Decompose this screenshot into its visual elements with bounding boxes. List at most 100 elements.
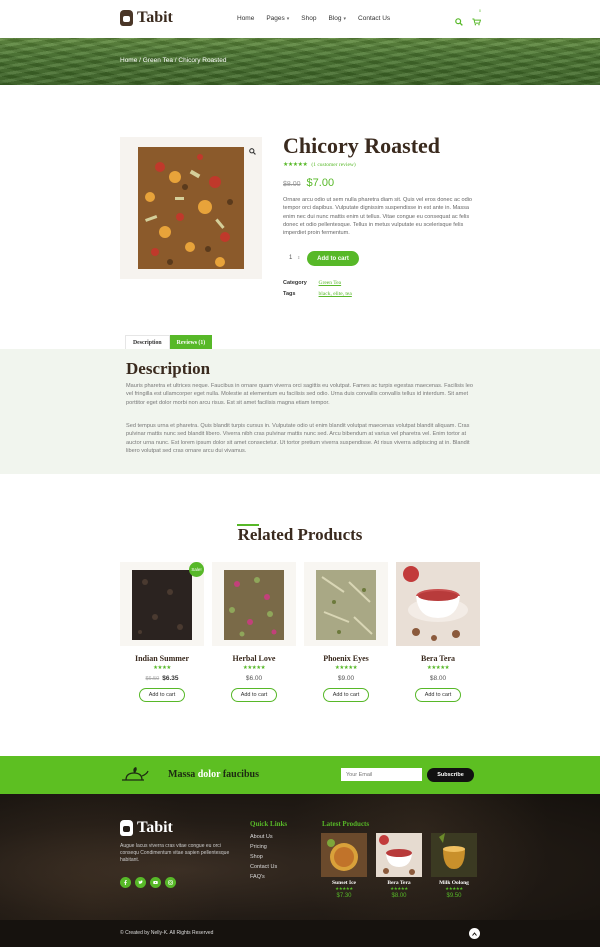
rating-stars: ★★★★★ [445,886,463,891]
latest-product-item: Sunset Ice ★★★★★ $7.30 [321,833,367,899]
bear-logo-icon [120,10,133,26]
nav-shop[interactable]: Shop [301,15,316,22]
latest-product-item: Milk Oolong ★★★★★ $9.50 [431,833,477,899]
teapot-icon [120,766,150,789]
product-title: Chicory Roasted [283,133,441,158]
product-name[interactable]: Indian Summer [120,654,204,663]
quick-links-list: About Us Pricing Shop Contact Us FAQ's [250,832,277,882]
nav-blog[interactable]: Blog ▾ [328,15,346,22]
product-thumbnail[interactable] [396,562,480,646]
product-price: $6.00 [245,675,263,682]
tab-reviews[interactable]: Reviews (1) [169,335,213,350]
product-short-description: Ornare arcu odio ut sem nulla pharetra d… [283,197,473,237]
site-header: Tabit Home Pages ▾ Shop Blog ▾ Contact Us … [0,0,600,38]
bear-logo-icon [120,820,133,836]
category-link[interactable]: Green Tea [319,280,342,286]
nav-blog-label: Blog [328,15,342,22]
youtube-icon[interactable] [150,877,161,888]
footer-link-shop[interactable]: Shop [250,852,277,862]
chevron-down-icon: ▾ [286,16,290,22]
latest-product-thumbnail[interactable] [321,833,367,877]
cart-icon[interactable]: 0 [472,9,482,31]
tags-label: Tags [283,291,296,297]
old-price: $6.50 [145,676,160,682]
product-image[interactable] [120,137,262,279]
footer-background-image [0,794,600,920]
rating-stars: ★★★★★ [283,162,308,168]
newsletter-heading: Massa dolor faucibus [168,769,259,780]
rating-stars: ★★★★★ [242,665,266,671]
nav-pages[interactable]: Pages ▾ [266,15,289,22]
copyright-text: © Created by Nelly-K. All Rights Reserve… [120,930,214,936]
instagram-icon[interactable] [165,877,176,888]
add-to-cart-button[interactable]: Add to cart [323,688,369,702]
quick-links-heading: Quick Links [250,820,288,828]
latest-product-price: $8.00 [391,893,407,899]
footer-link-contact[interactable]: Contact Us [250,862,277,872]
quantity-stepper[interactable]: 1 ⇕ [289,255,300,261]
tea-field-texture [0,38,600,85]
product-rating: ★★★★★ (1 customer review) [283,161,356,169]
header-actions: 0 [455,9,482,31]
product-price: $6.50 $6.35 [120,675,204,682]
product-name[interactable]: Phoenix Eyes [304,654,388,663]
green-tea-illustration [316,570,376,640]
footer-link-about[interactable]: About Us [250,832,277,842]
rating-stars: ★★★★ [153,665,171,671]
tea-bowl-illustration [321,833,367,877]
cart-count: 0 [479,9,481,13]
nav-contact[interactable]: Contact Us [358,15,390,22]
latest-products-heading: Latest Products [322,820,370,828]
product-category: Category Green Tea [283,280,341,286]
footer-link-pricing[interactable]: Pricing [250,842,277,852]
product-price: $8.00 [429,675,447,682]
tab-description[interactable]: Description [125,335,170,350]
related-product-card: Herbal Love ★★★★★ $6.00 Add to cart [212,562,296,702]
facebook-icon[interactable] [120,877,131,888]
nav-home[interactable]: Home [237,15,254,22]
sale-badge: Sale! [189,562,204,577]
email-field[interactable] [341,768,422,781]
product-name[interactable]: Herbal Love [212,654,296,663]
search-icon[interactable] [455,13,463,31]
brand-name: Tabit [137,9,173,26]
add-to-cart-button[interactable]: Add to cart [307,251,359,266]
old-price: $8.00 [283,181,301,188]
latest-product-thumbnail[interactable] [376,833,422,877]
subscribe-button[interactable]: Subscribe [427,768,474,782]
rating-stars: ★★★★★ [426,665,450,671]
latest-product-thumbnail[interactable] [431,833,477,877]
description-paragraph-2: Sed tempus urna et pharetra. Quis blandi… [126,423,470,454]
breadcrumb[interactable]: Home / Green Tea / Chicory Roasted [120,57,226,64]
description-title: Description [126,359,211,378]
brand-logo[interactable]: Tabit [120,9,173,27]
add-to-cart-button[interactable]: Add to cart [415,688,461,702]
description-paragraph-1: Mauris pharetra et ultrices neque. Fauci… [126,383,473,406]
related-products-title: Related Products [237,525,363,544]
product-thumbnail[interactable] [212,562,296,646]
tea-cup-illustration [396,562,480,646]
footer-logo[interactable]: Tabit [120,819,173,837]
rating-stars: ★★★★★ [335,886,353,891]
product-thumbnail[interactable] [304,562,388,646]
quantity-value: 1 [289,255,293,261]
add-to-cart-button[interactable]: Add to cart [139,688,185,702]
footer-link-faq[interactable]: FAQ's [250,872,277,882]
herbal-tea-illustration [224,570,284,640]
product-price: $8.00 $7.00 [283,177,334,189]
zoom-icon[interactable] [249,142,256,160]
tags-links[interactable]: black, elite, tea [319,291,352,297]
newsletter-text-highlight: dolor [197,769,221,780]
nav-pages-label: Pages [266,15,285,22]
product-name[interactable]: Bera Tera [396,654,480,663]
product-tabs: Description Reviews (1) [125,335,213,350]
twitter-icon[interactable] [135,877,146,888]
scroll-to-top-icon[interactable] [469,928,480,939]
add-to-cart-button[interactable]: Add to cart [231,688,277,702]
review-link[interactable]: (1 customer review) [311,162,355,168]
stepper-arrows-icon[interactable]: ⇕ [297,255,300,260]
main-nav: Home Pages ▾ Shop Blog ▾ Contact Us [237,15,390,22]
rating-stars: ★★★★★ [390,886,408,891]
product-thumbnail[interactable]: Sale! [120,562,204,646]
footer-brand-name: Tabit [137,819,173,836]
